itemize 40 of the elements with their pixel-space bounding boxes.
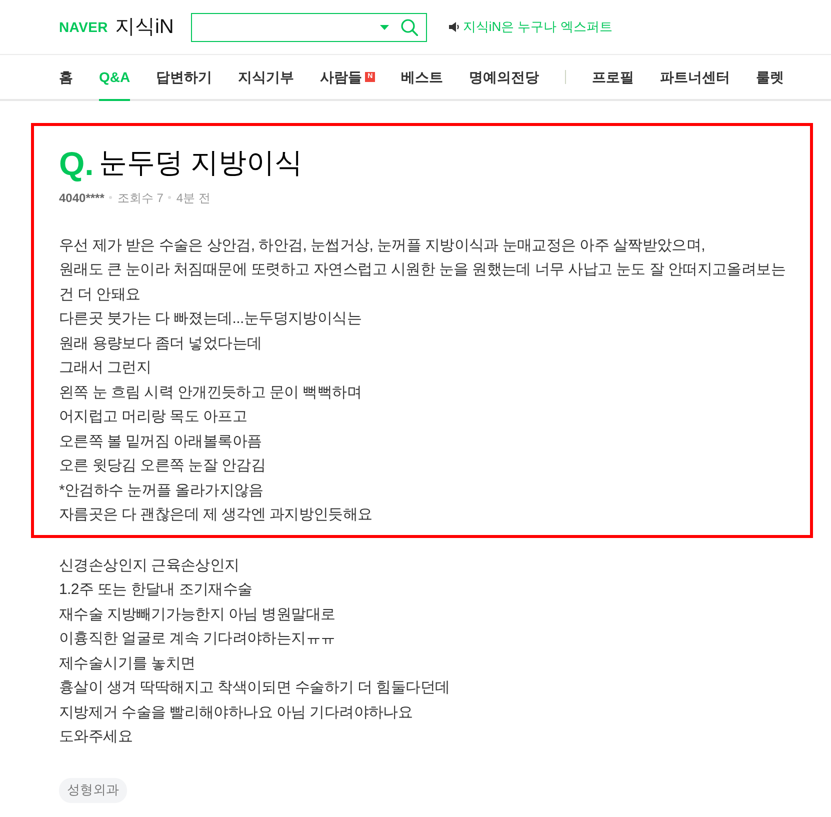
question-mark-label: Q. <box>59 146 94 180</box>
nav-tab[interactable]: 명예의전당 <box>469 55 540 99</box>
category-tag[interactable]: 성형외과 <box>59 778 127 803</box>
body-text-line: 우선 제가 받은 수술은 상안검, 하안검, 눈썹거상, 눈꺼플 지방이식과 눈매교정은 아주 살짝받았으며, <box>59 236 706 256</box>
body-text-line: 흉살이 생겨 딱딱해지고 착색이되면 수술하기 더 힘둘다던데 <box>59 678 451 698</box>
body-text-line: 원래 용량보다 좀더 넣었다는데 <box>59 334 263 354</box>
nav-tab[interactable]: 베스트 <box>401 55 444 99</box>
speaker-icon <box>448 22 460 32</box>
nav-tab[interactable]: 지식기부 <box>238 55 294 99</box>
view-count: 조회수 7 <box>117 190 164 207</box>
body-text-line: *안검하수 눈꺼플 올라가지않음 <box>59 480 264 501</box>
body-text-line: 지방제거 수술을 빨리해야하나요 아님 기다려야하나요 <box>59 702 414 723</box>
author-id[interactable]: 4040**** <box>59 188 104 207</box>
body-text-line: 1.2주 또는 한달내 조기재수술 <box>59 580 254 600</box>
body-text-line: 다른곳 붓가는 다 빠졌는데...눈두덩지방이식는 <box>59 309 363 330</box>
post-time: 4분 전 <box>176 190 210 207</box>
question-title: 눈두덩 지방이식 <box>98 146 303 180</box>
body-text-line: 이흉직한 얼굴로 계속 기다려야하는지ㅠㅠ <box>59 629 336 650</box>
body-text-line: 원래도 큰 눈이라 처짐때문에 또렷하고 자연스럽고 시원한 눈을 원했는데 너무 사납고 눈도 잘 안떠지고올려보는건 더 안돼요 <box>59 260 786 305</box>
nav-tab[interactable]: 파트너센터 <box>660 55 730 99</box>
caret-icon <box>380 24 389 30</box>
search-field[interactable] <box>190 12 427 42</box>
dot-icon <box>109 196 112 200</box>
body-text-line: 신경손상인지 근육손상인지 <box>59 556 240 576</box>
body-text-line: 왼쪽 눈 흐림 시력 안개낀듯하고 문이 뻑뻑하며 <box>59 382 363 403</box>
body-text-line: 오른 윗당김 오른쪽 눈잘 안감김 <box>59 456 267 476</box>
body-text-line: 제수술시기를 놓치면 <box>59 654 196 674</box>
body-text-line: 재수술 지방빼기가능한지 아님 병원말대로 <box>59 604 336 625</box>
nav-tab[interactable]: 홈 <box>59 55 73 99</box>
nav-tab[interactable]: 프로필 <box>592 55 634 99</box>
dot-icon <box>168 196 172 200</box>
body-text-line: 자름곳은 다 괜찮은데 제 생각엔 과지방인듯해요 <box>59 505 374 526</box>
body-text-line: 도와주세요 <box>59 727 134 748</box>
nav-tab[interactable]: 룰렛 <box>756 55 784 99</box>
nav-tab[interactable]: 답변하기 <box>156 55 212 99</box>
body-text-line: 그래서 그런지 <box>59 358 152 378</box>
service-logo[interactable]: 지식iN <box>114 12 174 42</box>
body-text-line: 어지럽고 머리랑 목도 아프고 <box>59 407 248 428</box>
search-icon <box>400 18 418 36</box>
body-text-line: 오른쪽 볼 밑꺼짐 아래볼록아픔 <box>59 432 263 452</box>
